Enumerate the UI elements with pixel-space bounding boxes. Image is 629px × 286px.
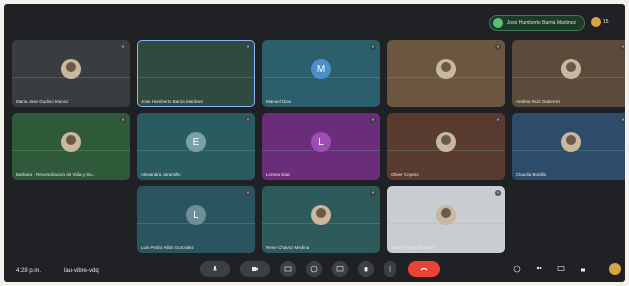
- leave-call-button[interactable]: [408, 261, 440, 277]
- self-avatar[interactable]: [609, 263, 621, 275]
- participant-name: Rene Chavez Medina: [266, 245, 310, 250]
- participant-tile[interactable]: Maria Jose Gudino Munoz: [12, 40, 130, 107]
- more-vert-icon: [389, 266, 391, 272]
- participant-tile[interactable]: Claudia Bonilla: [512, 113, 625, 180]
- participant-tile[interactable]: L Luis Pedro Albin Gonzalez: [137, 186, 255, 253]
- emoji-button[interactable]: [306, 261, 322, 277]
- mic-muted-icon: [370, 190, 376, 196]
- people-icon: [536, 266, 542, 270]
- participant-name: Claudia Bonilla: [516, 172, 547, 177]
- mic-muted-icon: [620, 44, 625, 50]
- lock-icon: [581, 268, 585, 272]
- present-icon: [336, 266, 344, 272]
- microphone-icon: [212, 266, 218, 271]
- participant-tile[interactable]: Andrea Ruiz Gutierrez: [512, 40, 625, 107]
- participant-photo: [561, 59, 581, 80]
- participant-tile[interactable]: E Alexandra Jaramillo: [137, 113, 255, 180]
- participant-avatar: L: [186, 205, 206, 226]
- active-speaker-pill[interactable]: Jose Humberto Barria Martinez: [488, 15, 585, 31]
- participant-name: Jose Humberto Barria Martinez: [141, 99, 204, 104]
- participant-tile[interactable]: Jose Humberto Barria Martinez: [137, 40, 255, 107]
- participant-name: Andrea Ruiz Gutierrez: [516, 99, 561, 104]
- participant-avatar: M: [311, 59, 331, 80]
- mic-muted-icon: [495, 117, 501, 123]
- speaker-avatar-icon: [492, 18, 503, 28]
- emoji-icon: [310, 265, 318, 273]
- meeting-clock: 4:28 p.m.: [16, 268, 42, 274]
- chat-icon: [557, 266, 565, 271]
- participant-name: Oliver Ceparo: [391, 172, 419, 177]
- captions-icon: [284, 266, 292, 272]
- participant-name: Maria Jose Gudino Munoz: [16, 99, 69, 104]
- mic-muted-icon: [370, 117, 376, 123]
- meeting-code[interactable]: lau-vibre-vdq: [64, 268, 99, 274]
- participant-photo: [311, 205, 331, 226]
- mic-muted-icon: [245, 190, 251, 196]
- meeting-info-button[interactable]: [511, 263, 523, 275]
- microphone-button[interactable]: [200, 261, 230, 277]
- participant-tile[interactable]: Barbara - Reconciliacion de Vida y Sa...: [12, 113, 130, 180]
- top-bar: Jose Humberto Barria Martinez 15: [4, 4, 625, 36]
- mic-muted-icon: [495, 190, 501, 196]
- participant-photo: [436, 132, 456, 153]
- participant-name: Alexandra Jaramillo: [141, 172, 181, 177]
- hangup-icon: [420, 267, 428, 271]
- raise-hand-button[interactable]: [358, 261, 374, 277]
- participant-tile[interactable]: Martin Perez Miranda: [387, 186, 505, 253]
- mic-muted-icon: [620, 117, 625, 123]
- participants-count: 15: [603, 19, 609, 25]
- mic-muted-icon: [370, 44, 376, 50]
- participant-tile[interactable]: M Manuel Dias: [262, 40, 380, 107]
- participant-name: Martin Perez Miranda: [391, 245, 435, 250]
- participant-photo: [61, 132, 81, 153]
- mic-muted-icon: [120, 117, 126, 123]
- participant-video: [61, 59, 81, 80]
- activities-button[interactable]: [577, 263, 589, 275]
- participant-name: Lorena Diaz: [266, 172, 291, 177]
- captions-button[interactable]: [280, 261, 296, 277]
- participant-photo: [561, 132, 581, 153]
- tile-divider: [137, 77, 255, 78]
- participant-tile[interactable]: Oliver Ceparo: [387, 113, 505, 180]
- participant-video: [436, 59, 456, 80]
- present-button[interactable]: [332, 261, 348, 277]
- mic-muted-icon: [120, 44, 126, 50]
- camera-icon: [252, 267, 258, 271]
- people-icon: [591, 17, 601, 27]
- participant-tile[interactable]: L Lorena Diaz: [262, 113, 380, 180]
- participant-avatar: L: [311, 132, 331, 153]
- mic-muted-icon: [495, 44, 501, 50]
- camera-button[interactable]: [240, 261, 270, 277]
- meet-window: Jose Humberto Barria Martinez 15 Maria J…: [4, 4, 625, 282]
- hand-icon: [364, 267, 368, 272]
- mic-muted-icon: [245, 44, 251, 50]
- active-speaker-name: Jose Humberto Barria Martinez: [506, 20, 576, 26]
- participant-video: [436, 205, 456, 226]
- participant-name: Barbara - Reconciliacion de Vida y Sa...: [16, 172, 96, 177]
- people-panel-button[interactable]: [533, 263, 545, 275]
- chat-button[interactable]: [555, 263, 567, 275]
- participant-tile[interactable]: Rene Chavez Medina: [262, 186, 380, 253]
- info-icon: [513, 265, 521, 273]
- participant-tile[interactable]: [387, 40, 505, 107]
- participant-avatar: E: [186, 132, 206, 153]
- participant-name: Manuel Dias: [266, 99, 292, 104]
- participant-name: Luis Pedro Albin Gonzalez: [141, 245, 194, 250]
- participants-button[interactable]: 15: [591, 15, 615, 29]
- more-options-button[interactable]: [384, 261, 396, 277]
- mic-muted-icon: [245, 117, 251, 123]
